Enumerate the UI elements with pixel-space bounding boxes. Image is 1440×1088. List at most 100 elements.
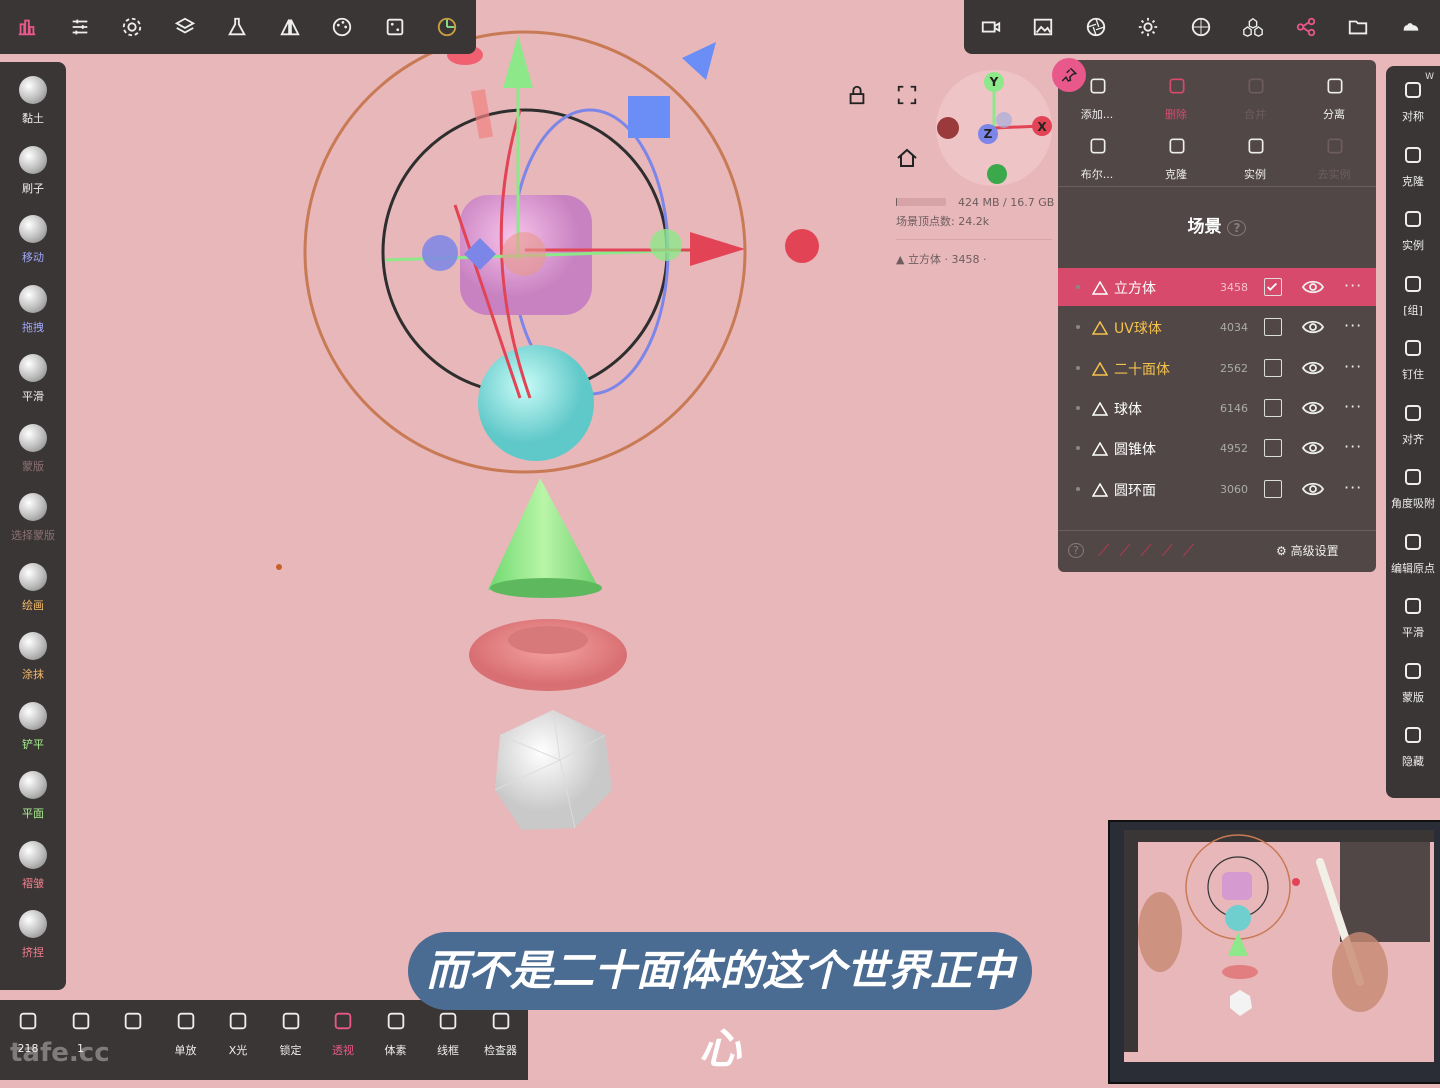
right-tool-label: 平滑	[1402, 626, 1424, 639]
tool-8[interactable]: 涂抹	[0, 624, 66, 690]
tool-10[interactable]: 平面	[0, 763, 66, 829]
scene-row[interactable]: 立方体 3458 ···	[1058, 268, 1376, 306]
split-button[interactable]: 分离	[1299, 66, 1369, 122]
scene-row[interactable]: UV球体 4034 ···	[1058, 308, 1376, 346]
expand-dot[interactable]	[1076, 325, 1080, 330]
gear-icon[interactable]	[119, 14, 145, 40]
bottom-tool-4[interactable]: X光	[213, 1008, 263, 1068]
scene-row[interactable]: 圆环面 3060 ···	[1058, 470, 1376, 508]
more-options-icon[interactable]: ···	[1344, 316, 1362, 335]
scene-row[interactable]: 球体 6146 ···	[1058, 389, 1376, 427]
help-icon[interactable]: ?	[1227, 220, 1247, 236]
tool-7[interactable]: 绘画	[0, 555, 66, 621]
tool-1[interactable]: 刷子	[0, 138, 66, 204]
tool-6[interactable]: 选择蒙版	[0, 485, 66, 551]
right-tool-7[interactable]: 编辑原点	[1386, 522, 1440, 582]
select-checkbox[interactable]	[1264, 479, 1282, 498]
pin-button[interactable]	[1052, 58, 1086, 92]
fullscreen-icon[interactable]	[896, 84, 918, 108]
select-checkbox[interactable]	[1264, 278, 1282, 296]
right-tool-8[interactable]: 平滑	[1386, 586, 1440, 646]
right-tool-2[interactable]: 实例	[1386, 199, 1440, 259]
memory-text: 424 MB / 16.7 GB	[958, 196, 1055, 209]
dice-icon[interactable]	[382, 14, 408, 40]
tool-5[interactable]: 蒙版	[0, 416, 66, 482]
sun-icon[interactable]	[1135, 14, 1161, 40]
tool-11[interactable]: 褶皱	[0, 833, 66, 899]
expand-dot[interactable]	[1076, 486, 1080, 491]
home-icon[interactable]	[895, 146, 919, 170]
orientation-gizmo[interactable]: Y X Z	[930, 66, 1060, 190]
tool-9[interactable]: 铲平	[0, 694, 66, 760]
more-options-icon[interactable]: ···	[1344, 276, 1362, 295]
visibility-eye-icon[interactable]	[1301, 319, 1325, 335]
more-options-icon[interactable]: ···	[1344, 397, 1362, 416]
palette-icon[interactable]	[329, 14, 355, 40]
material-sphere-icon[interactable]	[1188, 14, 1214, 40]
bottom-tool-8[interactable]: 线框	[423, 1008, 473, 1068]
help-icon[interactable]: ?	[1068, 543, 1084, 558]
more-options-icon[interactable]: ···	[1344, 357, 1362, 376]
right-tool-5[interactable]: 对齐	[1386, 393, 1440, 453]
scene-graph-icon[interactable]	[1293, 14, 1319, 40]
app-logo-icon[interactable]	[14, 14, 40, 40]
aperture-icon[interactable]	[1083, 14, 1109, 40]
scene-row[interactable]: 二十面体 2562 ···	[1058, 349, 1376, 387]
mesh-icon	[1091, 441, 1109, 456]
select-checkbox[interactable]	[1264, 439, 1282, 458]
layers-icon[interactable]	[172, 14, 198, 40]
merge-button[interactable]: 合并	[1220, 66, 1290, 122]
inset-scene	[1124, 830, 1434, 1062]
visibility-eye-icon[interactable]	[1301, 481, 1325, 497]
tool-2[interactable]: 移动	[0, 207, 66, 273]
expand-dot[interactable]	[1076, 446, 1080, 451]
symmetry-icon[interactable]	[277, 14, 303, 40]
more-options-icon[interactable]: ···	[1344, 437, 1362, 456]
folder-icon[interactable]	[1345, 14, 1371, 40]
select-checkbox[interactable]	[1264, 358, 1282, 377]
cloud-icon[interactable]	[1398, 14, 1424, 40]
tool-3[interactable]: 拖拽	[0, 277, 66, 343]
tool-12[interactable]: 挤捏	[0, 902, 66, 968]
advanced-settings-button[interactable]: ⚙ 高级设置	[1276, 542, 1339, 559]
tool-0[interactable]: 黏土	[0, 68, 66, 134]
bottom-tool-3[interactable]: 单放	[161, 1008, 211, 1068]
image-icon[interactable]	[1030, 14, 1056, 40]
bottom-tool-5[interactable]: 锁定	[266, 1008, 316, 1068]
right-tool-1[interactable]: 克隆	[1386, 135, 1440, 195]
bottom-tool-2[interactable]	[108, 1008, 158, 1068]
sliders-icon[interactable]	[67, 14, 93, 40]
visibility-eye-icon[interactable]	[1301, 279, 1325, 295]
bottom-tool-9[interactable]: 检查器	[476, 1008, 526, 1068]
trash-button[interactable]: 删除	[1141, 66, 1211, 122]
scene-row[interactable]: 圆锥体 4952 ···	[1058, 429, 1376, 467]
right-tool-9[interactable]: 蒙版	[1386, 651, 1440, 711]
bottom-tool-6[interactable]: 透视	[318, 1008, 368, 1068]
right-tool-6[interactable]: 角度吸附	[1386, 457, 1440, 517]
expand-dot[interactable]	[1076, 405, 1080, 410]
more-options-icon[interactable]: ···	[1344, 478, 1362, 497]
right-tool-10[interactable]: 隐藏	[1386, 715, 1440, 775]
gizmo-icon[interactable]	[434, 14, 460, 40]
clone-button[interactable]: 克隆	[1141, 126, 1211, 182]
select-checkbox[interactable]	[1264, 398, 1282, 417]
flask-icon[interactable]	[224, 14, 250, 40]
boolean-button[interactable]: 布尔...	[1062, 126, 1132, 182]
camera-icon[interactable]	[978, 14, 1004, 40]
visibility-eye-icon[interactable]	[1301, 360, 1325, 376]
right-tool-4[interactable]: 钉住	[1386, 328, 1440, 388]
tool-4[interactable]: 平滑	[0, 346, 66, 412]
lock-icon[interactable]	[846, 84, 868, 108]
visibility-eye-icon[interactable]	[1301, 440, 1325, 456]
right-tool-3[interactable]: [组]	[1386, 264, 1440, 324]
objects-icon[interactable]	[1240, 14, 1266, 40]
expand-dot[interactable]	[1076, 365, 1080, 370]
unlink-button[interactable]: 去实例	[1299, 126, 1369, 182]
expand-dot[interactable]	[1076, 285, 1080, 289]
bottom-tool-7[interactable]: 体素	[371, 1008, 421, 1068]
view-option-icon	[385, 1010, 407, 1032]
right-tool-0[interactable]: 对称	[1386, 70, 1440, 130]
select-checkbox[interactable]	[1264, 318, 1282, 337]
link-button[interactable]: 实例	[1220, 126, 1290, 182]
visibility-eye-icon[interactable]	[1301, 400, 1325, 416]
